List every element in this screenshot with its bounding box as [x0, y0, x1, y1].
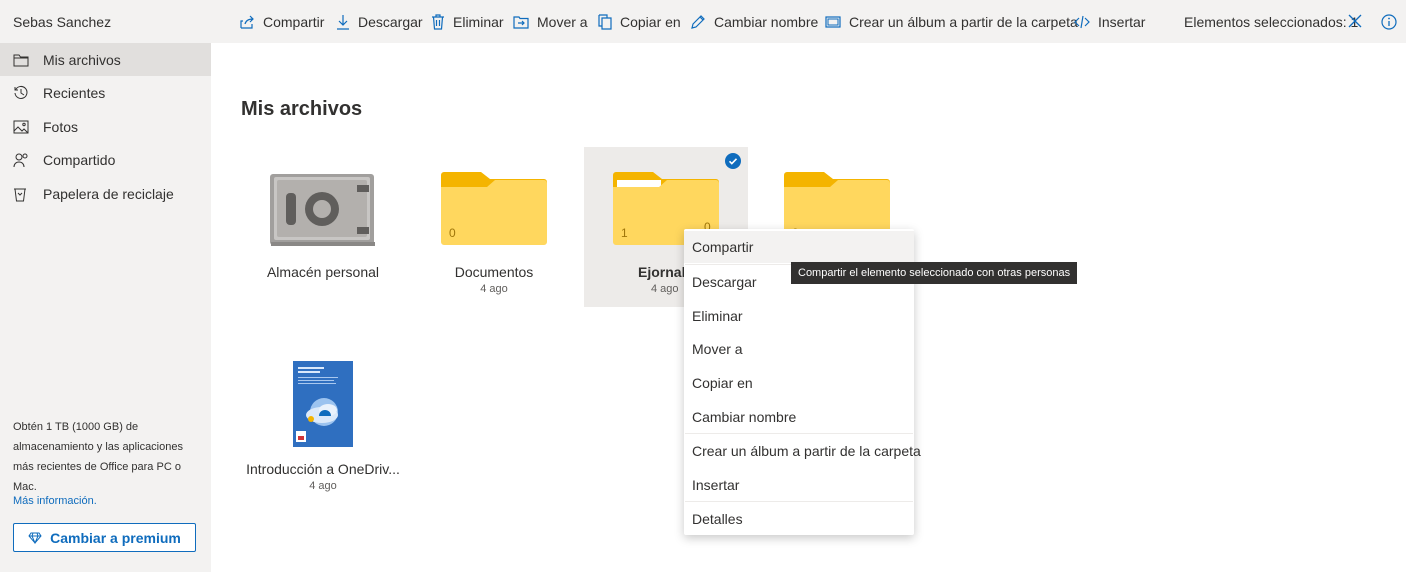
recycle-bin-icon — [14, 188, 26, 201]
copy-label: Copiar en — [620, 14, 681, 30]
share-button[interactable]: Compartir — [239, 13, 324, 31]
share-icon — [240, 15, 254, 29]
menu-item-share[interactable]: Compartir — [684, 231, 914, 263]
menu-item-details[interactable]: Detalles — [684, 503, 914, 535]
selected-count: Elementos seleccionados: 1 — [1184, 14, 1359, 30]
history-icon — [14, 85, 28, 99]
folder-icon — [441, 172, 547, 245]
menu-item-rename[interactable]: Cambiar nombre — [684, 401, 914, 433]
folder-icon — [13, 54, 29, 66]
menu-separator — [685, 501, 913, 502]
checkmark-icon — [728, 158, 738, 165]
menu-item-embed[interactable]: Insertar — [684, 469, 914, 501]
tile-date: 4 ago — [309, 480, 337, 492]
menu-separator — [685, 433, 913, 434]
folder-item-count: 1 — [621, 226, 628, 240]
vault-icon — [270, 174, 375, 246]
download-button[interactable]: Descargar — [336, 13, 423, 31]
close-icon — [1348, 14, 1362, 28]
trash-icon — [432, 14, 444, 30]
move-label: Mover a — [537, 14, 588, 30]
menu-item-create-album[interactable]: Crear un álbum a partir de la carpeta — [684, 435, 921, 467]
menu-item-delete[interactable]: Eliminar — [684, 300, 914, 332]
download-label: Descargar — [358, 14, 423, 30]
tile-date: 4 ago — [480, 283, 508, 295]
sidebar-item-recycle-bin[interactable]: Papelera de reciclaje — [0, 177, 211, 210]
delete-button[interactable]: Eliminar — [431, 13, 504, 31]
pencil-icon — [691, 15, 705, 29]
tile-file-onedrive-intro[interactable]: Introducción a OneDriv... 4 ago — [241, 345, 405, 505]
folder-item-count: 0 — [449, 226, 456, 240]
clear-selection-button[interactable] — [1348, 14, 1364, 30]
storage-promo-text: Obtén 1 TB (1000 GB) de almacenamiento y… — [13, 421, 183, 493]
tile-name: Almacén personal — [266, 264, 380, 280]
tile-personal-vault[interactable]: Almacén personal — [241, 147, 405, 307]
sidebar: Mis archivos Recientes Fotos Compartido … — [0, 43, 211, 572]
create-album-button[interactable]: Crear un álbum a partir de la carpeta — [825, 13, 1078, 31]
sidebar-item-my-files[interactable]: Mis archivos — [0, 43, 211, 76]
pdf-thumbnail-icon — [292, 360, 354, 448]
rename-label: Cambiar nombre — [714, 14, 819, 30]
go-premium-button[interactable]: Cambiar a premium — [13, 523, 196, 552]
share-tooltip: Compartir el elemento seleccionado con o… — [791, 262, 1078, 284]
sidebar-item-photos[interactable]: Fotos — [0, 110, 211, 143]
embed-button[interactable]: Insertar — [1074, 13, 1145, 31]
image-icon — [13, 120, 29, 133]
details-pane-button[interactable] — [1381, 14, 1397, 30]
sidebar-item-label: Papelera de reciclaje — [43, 185, 174, 202]
go-premium-label: Cambiar a premium — [50, 529, 181, 546]
rename-button[interactable]: Cambiar nombre — [690, 13, 818, 31]
move-to-icon — [513, 16, 529, 29]
page-title: Mis archivos — [241, 98, 363, 120]
embed-label: Insertar — [1098, 14, 1146, 30]
tile-folder-documentos[interactable]: 0 Documentos 4 ago — [412, 147, 576, 307]
sidebar-item-label: Mis archivos — [43, 51, 121, 68]
album-icon — [825, 16, 841, 28]
move-button[interactable]: Mover a — [513, 13, 588, 31]
share-label: Compartir — [263, 14, 325, 30]
menu-item-move[interactable]: Mover a — [684, 333, 914, 365]
menu-item-copy[interactable]: Copiar en — [684, 367, 914, 399]
sidebar-item-label: Recientes — [43, 84, 106, 101]
info-icon — [1381, 14, 1397, 30]
people-icon — [13, 153, 28, 167]
diamond-icon — [28, 532, 42, 544]
more-info-link[interactable]: Más información. — [13, 495, 97, 507]
delete-label: Eliminar — [453, 14, 504, 30]
tile-name: Introducción a OneDriv... — [246, 461, 400, 477]
code-icon — [1074, 15, 1090, 29]
sidebar-item-shared[interactable]: Compartido — [0, 143, 211, 176]
copy-button[interactable]: Copiar en — [598, 13, 681, 31]
sidebar-item-recent[interactable]: Recientes — [0, 76, 211, 109]
user-name: Sebas Sanchez — [13, 14, 112, 30]
sidebar-item-label: Compartido — [43, 151, 116, 168]
command-bar: Sebas Sanchez Compartir Descargar Elimin… — [0, 0, 1406, 43]
copy-icon — [598, 14, 612, 30]
download-icon — [337, 15, 349, 30]
tile-name: Documentos — [454, 264, 534, 280]
selected-checkmark[interactable] — [725, 153, 741, 169]
sidebar-item-label: Fotos — [43, 118, 79, 135]
create-album-label: Crear un álbum a partir de la carpeta — [849, 14, 1078, 30]
